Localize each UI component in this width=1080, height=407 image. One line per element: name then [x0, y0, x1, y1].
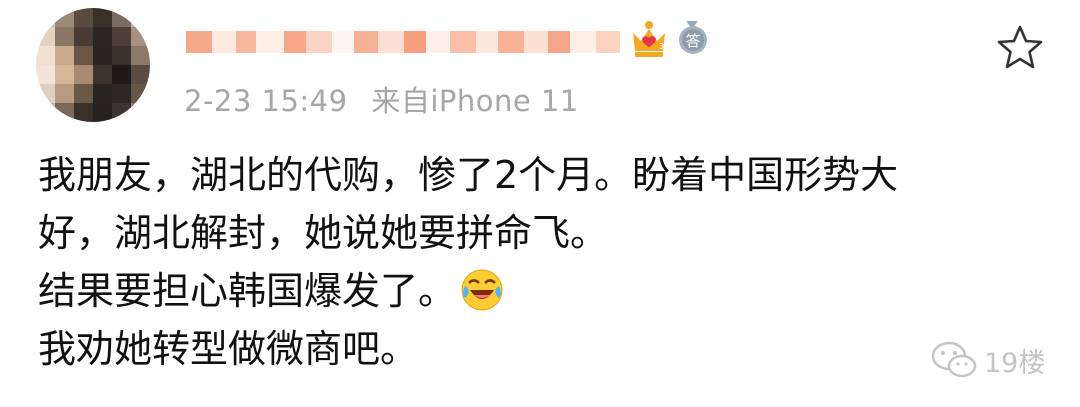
star-icon[interactable]	[996, 24, 1044, 70]
post-content: 我朋友，湖北的代购，惨了2个月。盼着中国形势大 好，湖北解封，她说她要拼命飞。 …	[38, 146, 1038, 378]
watermark-text: 19楼	[984, 347, 1046, 379]
post-line: 好，湖北解封，她说她要拼命飞。	[38, 211, 609, 255]
avatar[interactable]	[36, 8, 150, 122]
wechat-icon	[931, 341, 977, 378]
username-blurred[interactable]	[186, 22, 620, 62]
answer-medal-icon: 答	[679, 21, 707, 54]
svg-text:3: 3	[659, 42, 664, 51]
laughing-crying-emoji	[461, 269, 503, 311]
post-line: 我劝她转型做微商吧。	[38, 327, 419, 371]
post-meta: 2-23 15:49 来自iPhone 11	[184, 78, 593, 120]
answer-badge-label: 答	[685, 32, 700, 50]
post-line-with-emoji: 结果要担心韩国爆发了。	[38, 262, 1038, 320]
watermark: 19楼	[930, 340, 1045, 380]
post-line: 我朋友，湖北的代购，惨了2个月。盼着中国形势大	[38, 153, 899, 197]
post-line-text: 结果要担心韩国爆发了。	[38, 269, 457, 313]
post-timestamp: 2-23 15:49	[184, 84, 348, 118]
crown-badge-icon: 3	[633, 21, 665, 57]
post-source: 来自iPhone 11	[371, 84, 579, 118]
